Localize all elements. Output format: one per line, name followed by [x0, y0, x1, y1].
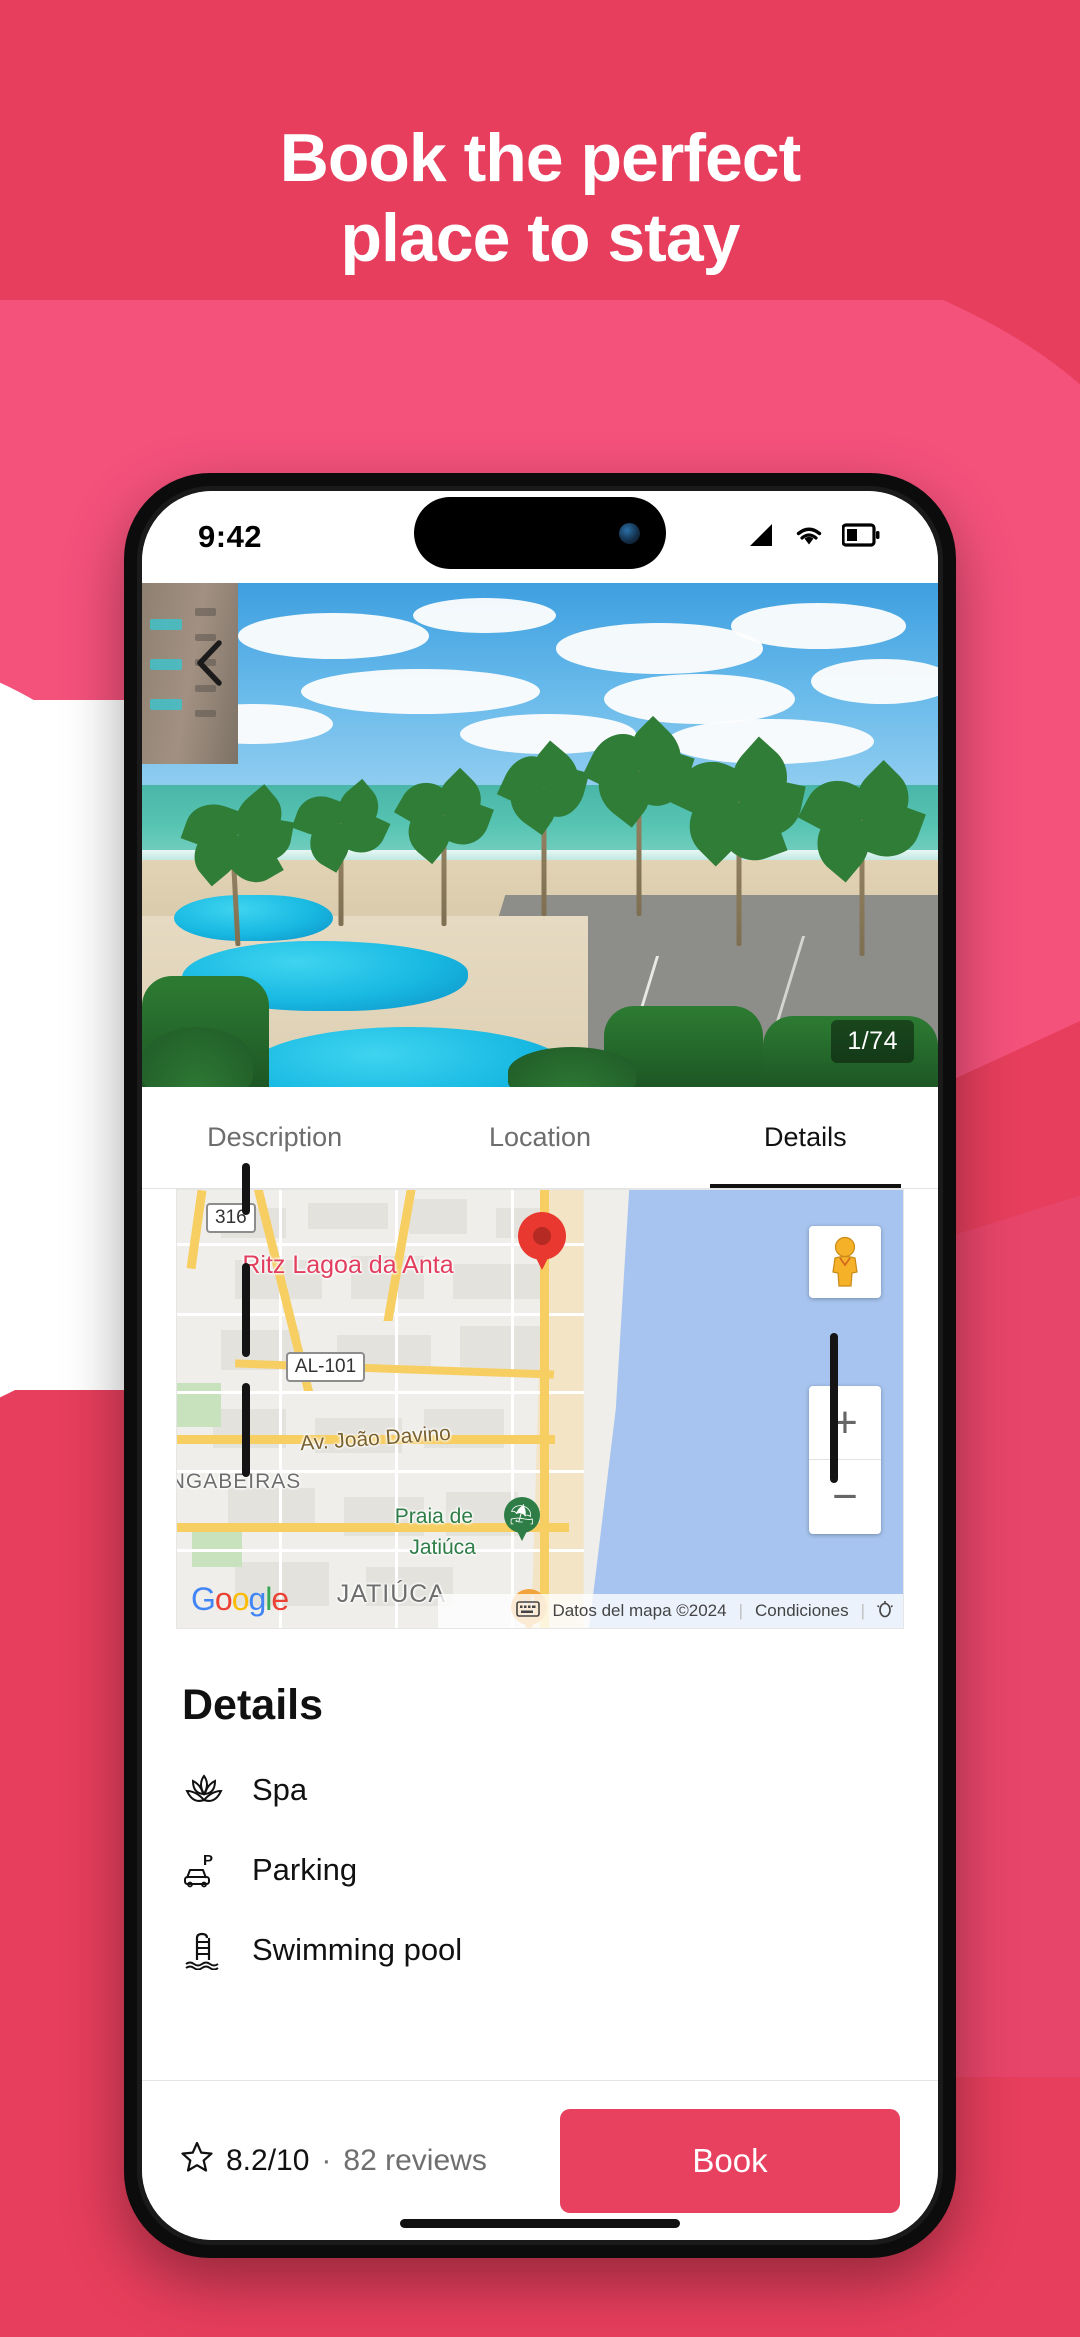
map-label-jatiuca: JATIÚCA — [336, 1579, 447, 1608]
front-camera-icon — [619, 522, 640, 544]
dynamic-island — [414, 497, 666, 569]
map-shield-al101: AL-101 — [285, 1352, 366, 1383]
tab-content-details: 316 AL-101 Ritz Lagoa da Anta Av. João D… — [142, 1189, 938, 2080]
tab-details[interactable]: Details — [673, 1087, 938, 1188]
phone-bezel: 9:42 1/74 Description Location Details 3… — [137, 486, 943, 2245]
book-button[interactable]: Book — [560, 2108, 900, 2213]
amenity-label-parking: Parking — [252, 1852, 358, 1887]
chevron-left-icon — [193, 639, 227, 692]
review-count: 82 reviews — [343, 2143, 487, 2177]
detail-tabs: Description Location Details — [142, 1087, 938, 1189]
google-logo-g1: G — [191, 1581, 216, 1617]
swimming-pool-icon — [182, 1928, 226, 1972]
map-zoom-controls[interactable]: + − — [809, 1386, 881, 1534]
location-map[interactable]: 316 AL-101 Ritz Lagoa da Anta Av. João D… — [176, 1189, 904, 1629]
hotel-photo — [142, 583, 938, 1087]
amenity-item-swimming-pool: Swimming pool — [182, 1928, 898, 1972]
headline-line-1: Book the perfect — [279, 120, 802, 196]
amenity-item-parking: P Parking — [182, 1848, 898, 1892]
hero-photo-gallery[interactable]: 1/74 — [142, 583, 938, 1087]
parking-car-icon: P — [182, 1848, 226, 1892]
wifi-icon — [793, 522, 825, 553]
amenity-label-swimming-pool: Swimming pool — [252, 1932, 463, 1967]
report-problem-icon[interactable] — [877, 1600, 893, 1623]
details-heading: Details — [182, 1681, 324, 1729]
google-logo-e: e — [271, 1581, 289, 1617]
map-label-ngabeiras: NGABEIRAS — [176, 1470, 302, 1494]
back-button[interactable] — [182, 637, 238, 693]
tab-description[interactable]: Description — [142, 1087, 407, 1188]
map-place-label: Ritz Lagoa da Anta — [242, 1251, 454, 1280]
status-bar-time: 9:42 — [198, 519, 263, 554]
google-logo: Google — [191, 1581, 289, 1618]
spa-lotus-icon — [182, 1768, 226, 1812]
rating-separator: · — [321, 2143, 332, 2177]
cellular-signal-icon — [746, 522, 776, 553]
star-outline-icon — [180, 2140, 214, 2182]
map-attribution-text: Datos del mapa ©2024 — [552, 1601, 727, 1620]
street-view-pegman-icon[interactable] — [809, 1226, 881, 1298]
booking-bottom-bar: 8.2/10 · 82 reviews Book — [142, 2080, 938, 2240]
details-section: Details Spa P Parking Swimming pool — [142, 1629, 938, 1972]
amenity-item-spa: Spa — [182, 1768, 898, 1812]
phone-power-button[interactable] — [830, 1333, 838, 1483]
svg-text:P: P — [203, 1852, 213, 1869]
phone-volume-down-button[interactable] — [242, 1383, 250, 1477]
amenity-label-spa: Spa — [252, 1772, 308, 1807]
google-logo-o2: o — [231, 1581, 250, 1617]
photo-counter-badge: 1/74 — [831, 1020, 914, 1063]
google-logo-g2: g — [248, 1581, 266, 1617]
rating-summary: 8.2/10 · 82 reviews — [180, 2140, 540, 2182]
map-attribution-bar: Datos del mapa ©2024 | Condiciones | — [438, 1594, 903, 1628]
map-hotel-pin[interactable] — [518, 1211, 567, 1274]
status-bar-icons — [746, 522, 880, 553]
phone-mockup: 9:42 1/74 Description Location Details 3… — [124, 473, 956, 2258]
map-zoom-out-button[interactable]: − — [809, 1460, 881, 1534]
map-zoom-in-button[interactable]: + — [809, 1386, 881, 1460]
keyboard-shortcuts-icon[interactable] — [516, 1600, 541, 1622]
phone-silent-switch[interactable] — [242, 1163, 250, 1215]
google-logo-o1: o — [214, 1581, 233, 1617]
status-bar: 9:42 — [142, 491, 938, 583]
map-label-jatiuca-beach: Jatiúca — [409, 1536, 476, 1560]
map-poi-beach-pin[interactable]: ⛱ — [503, 1496, 540, 1543]
map-footer-separator: | — [738, 1601, 744, 1620]
phone-screen: 9:42 1/74 Description Location Details 3… — [142, 491, 938, 2240]
tab-location[interactable]: Location — [407, 1087, 672, 1188]
promo-headline: Book the perfect place to stay — [0, 118, 1080, 278]
map-terms-link[interactable]: Condiciones — [755, 1601, 849, 1621]
map-footer-separator-2: | — [860, 1601, 865, 1620]
map-label-praia-de: Praia de — [394, 1505, 474, 1529]
headline-line-2: place to stay — [340, 200, 741, 277]
rating-value: 8.2/10 — [226, 2143, 310, 2177]
phone-volume-up-button[interactable] — [242, 1263, 250, 1357]
home-indicator[interactable] — [400, 2219, 680, 2228]
battery-icon — [841, 522, 880, 552]
